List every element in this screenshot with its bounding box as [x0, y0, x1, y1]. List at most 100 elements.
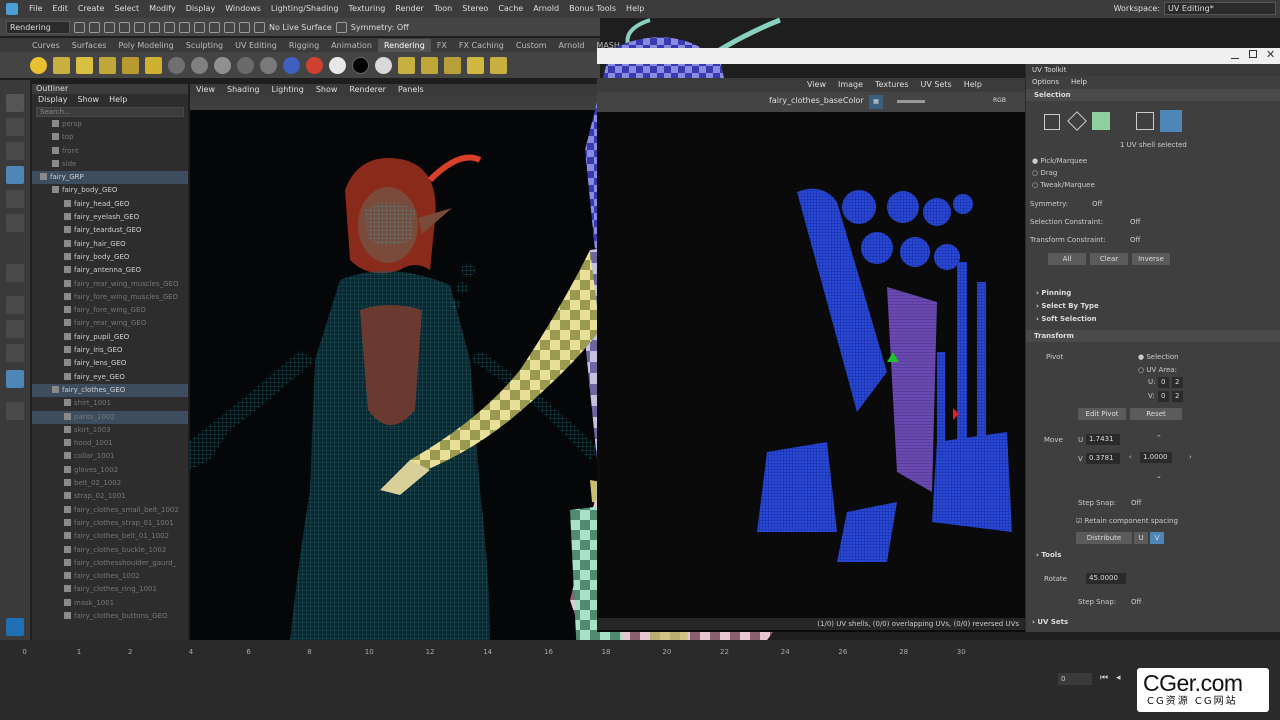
- move-step-field[interactable]: 1.0000: [1140, 452, 1172, 463]
- shelf-tab-sculpting[interactable]: Sculpting: [180, 39, 229, 52]
- uv-area-v-min[interactable]: 0: [1158, 391, 1169, 402]
- outliner-item[interactable]: collar_1001: [32, 450, 188, 463]
- snap-plane-icon[interactable]: [224, 21, 235, 33]
- pinning-section[interactable]: › Pinning: [1036, 289, 1071, 297]
- edge-mode-icon[interactable]: [1067, 111, 1087, 131]
- shelf-tab-rigging[interactable]: Rigging: [283, 39, 325, 52]
- select-mode-drag[interactable]: ○ Drag: [1032, 169, 1057, 177]
- outliner-item[interactable]: fairy_iris_GEO: [32, 344, 188, 357]
- select-mode-tweak[interactable]: ○ Tweak/Marquee: [1032, 181, 1095, 189]
- outliner-item[interactable]: fairy_clothes_GEO: [32, 383, 188, 398]
- move-tool-icon[interactable]: [6, 166, 24, 184]
- two-pane-icon[interactable]: [6, 344, 24, 362]
- workspace-selector[interactable]: Workspace: UV Editing*: [1114, 2, 1276, 15]
- outliner-item[interactable]: fairy_antenna_GEO: [32, 264, 188, 277]
- outliner-item[interactable]: belt_02_1002: [32, 477, 188, 490]
- select-by-type-section[interactable]: › Select By Type: [1036, 302, 1099, 310]
- volume-light-icon[interactable]: [145, 56, 162, 74]
- pivot-selection-radio[interactable]: ● Selection: [1138, 353, 1179, 361]
- uv-editor-titlebar[interactable]: ✕: [597, 48, 1280, 64]
- snap-curve-icon[interactable]: [194, 21, 205, 33]
- search-icon[interactable]: [6, 402, 24, 420]
- outliner-item[interactable]: front: [32, 145, 188, 158]
- outliner-item[interactable]: fairy_head_GEO: [32, 198, 188, 211]
- move-up-icon[interactable]: ⌃: [1156, 434, 1162, 442]
- outliner-item[interactable]: fairy_rear_wing_GEO: [32, 317, 188, 330]
- menu-item-windows[interactable]: Windows: [220, 0, 266, 18]
- save-icon[interactable]: [89, 21, 100, 33]
- close-icon[interactable]: ✕: [1266, 48, 1275, 61]
- step-snap-dropdown[interactable]: Off: [1131, 499, 1141, 507]
- scale-tool-icon[interactable]: [6, 214, 24, 232]
- uv-menu-view[interactable]: View: [807, 78, 826, 92]
- uv-menu-textures[interactable]: Textures: [875, 78, 908, 92]
- shelf-tab-polymodeling[interactable]: Poly Modeling: [112, 39, 179, 52]
- step-back-icon[interactable]: ◂: [1116, 673, 1121, 683]
- uv-mode-icon[interactable]: [1136, 112, 1154, 130]
- area-light-icon[interactable]: [99, 56, 116, 74]
- white-shader-icon[interactable]: [329, 56, 346, 74]
- uv-area-u-min[interactable]: 0: [1158, 377, 1169, 388]
- pivot-uv-area-radio[interactable]: ○ UV Area:: [1138, 366, 1177, 374]
- texture-name[interactable]: fairy_clothes_baseColor: [769, 96, 864, 105]
- outliner-item[interactable]: fairy_rear_wing_muscles_GEO: [32, 278, 188, 291]
- selection-constraint-dropdown[interactable]: Off: [1130, 218, 1140, 226]
- layered-shader-icon[interactable]: [306, 56, 323, 74]
- uv-menu-uvsets[interactable]: UV Sets: [921, 78, 952, 92]
- mel-icon[interactable]: [6, 618, 24, 636]
- menu-item-edit[interactable]: Edit: [47, 0, 73, 18]
- outliner-item[interactable]: hood_1001: [32, 437, 188, 450]
- shelf-tab-curves[interactable]: Curves: [26, 39, 66, 52]
- select-tool-icon[interactable]: [6, 94, 24, 112]
- outliner-item[interactable]: side: [32, 158, 188, 171]
- uv-area-u-max[interactable]: 2: [1172, 377, 1183, 388]
- snap-surface-icon[interactable]: [239, 21, 250, 33]
- outliner-item[interactable]: fairy_fore_wing_GEO: [32, 304, 188, 317]
- menu-item-file[interactable]: File: [24, 0, 47, 18]
- time-slider[interactable]: 0 1 2 4 6 8 10 12 14 16 18 20 22 24 26 28 30 0 ⏮ ◂: [0, 640, 1280, 720]
- shelf-tab-uvediting[interactable]: UV Editing: [229, 39, 283, 52]
- viewport-menu-show[interactable]: Show: [316, 84, 338, 96]
- paint-select-icon[interactable]: [6, 142, 24, 160]
- outliner-item[interactable]: fairy_clothes_ring_1001: [32, 583, 188, 596]
- vertex-mode-icon[interactable]: [1044, 114, 1060, 130]
- outliner-item[interactable]: top: [32, 131, 188, 144]
- outliner-item[interactable]: fairy_eyelash_GEO: [32, 211, 188, 224]
- rotate-field[interactable]: 45.0000: [1086, 573, 1126, 584]
- outliner-item[interactable]: fairy_clothes_small_belt_1002: [32, 504, 188, 517]
- move-u-field[interactable]: 1.7431: [1086, 434, 1120, 445]
- workspace-dropdown[interactable]: UV Editing*: [1164, 2, 1276, 15]
- hide-tool-icon[interactable]: [6, 264, 24, 282]
- uv-area-v-max[interactable]: 2: [1172, 391, 1183, 402]
- surface-shader-icon[interactable]: [237, 56, 254, 74]
- shelf-tab-surfaces[interactable]: Surfaces: [66, 39, 113, 52]
- outliner-item[interactable]: fairy_eye_GEO: [32, 371, 188, 384]
- viewport-menu-shading[interactable]: Shading: [227, 84, 260, 96]
- reset-pivot-button[interactable]: Reset: [1130, 408, 1182, 420]
- rotate-tool-icon[interactable]: [6, 190, 24, 208]
- redo-icon[interactable]: [119, 21, 130, 33]
- viewport-menu-lighting[interactable]: Lighting: [271, 84, 303, 96]
- outliner-item[interactable]: gloves_1002: [32, 464, 188, 477]
- outliner-item[interactable]: fairy_clothes_belt_01_1002: [32, 530, 188, 543]
- outliner-item[interactable]: fairy_body_GEO: [32, 251, 188, 264]
- outliner-item[interactable]: fairy_hair_GEO: [32, 238, 188, 251]
- distribute-u-button[interactable]: U: [1134, 532, 1148, 544]
- spot-light-icon[interactable]: [53, 56, 70, 74]
- outliner-menu-show[interactable]: Show: [78, 94, 100, 106]
- directional-light-icon[interactable]: [122, 56, 139, 74]
- select-hierarchy-icon[interactable]: [134, 21, 145, 33]
- outliner-tab[interactable]: Outliner: [32, 84, 188, 94]
- select-all-button[interactable]: All: [1048, 253, 1086, 265]
- outliner-item[interactable]: persp: [32, 118, 188, 131]
- step-snap2-dropdown[interactable]: Off: [1131, 598, 1141, 606]
- uv-menu-image[interactable]: Image: [838, 78, 863, 92]
- outliner-item[interactable]: fairy_teardust_GEO: [32, 224, 188, 237]
- uv-editor-viewport[interactable]: [597, 112, 1025, 632]
- select-mode-pick[interactable]: ● Pick/Marquee: [1032, 157, 1087, 165]
- time-ruler[interactable]: 0 1 2 4 6 8 10 12 14 16 18 20 22 24 26 28 30: [16, 648, 1026, 658]
- outliner-item[interactable]: skirt_1003: [32, 424, 188, 437]
- channel-rgb[interactable]: RGB: [993, 97, 1006, 104]
- live-surface-icon[interactable]: [254, 21, 265, 33]
- uv-sets-section[interactable]: › UV Sets: [1032, 618, 1068, 626]
